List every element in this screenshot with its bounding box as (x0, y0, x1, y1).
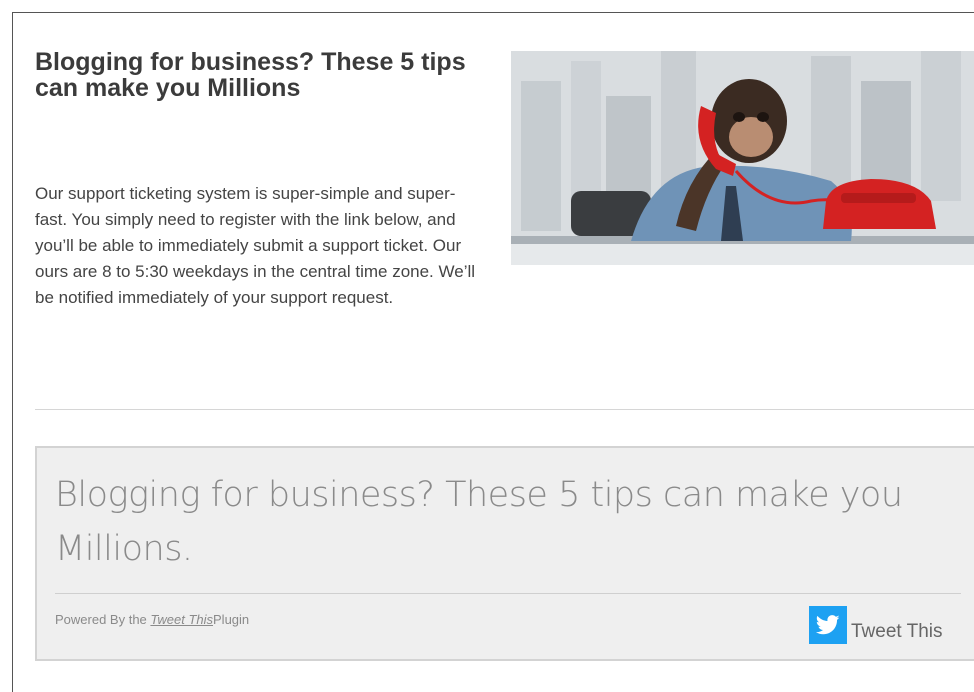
post-body: Our support ticketing system is super-si… (35, 181, 955, 311)
post-title: Blogging for business? These 5 tips can … (35, 48, 466, 102)
twitter-bird-icon[interactable] (809, 606, 847, 644)
tweet-button-label[interactable]: Tweet This (851, 621, 943, 643)
tweet-quote[interactable]: Blogging for business? These 5 tips can … (55, 468, 935, 576)
post-body-text: Our support ticketing system is super-si… (35, 184, 476, 307)
tweet-this-box: Blogging for business? These 5 tips can … (35, 446, 974, 661)
twitter-bird-glyph (816, 615, 840, 635)
tweet-this-button[interactable]: Tweet This (809, 605, 943, 645)
tweet-box-divider (55, 593, 961, 594)
powered-by-text: Powered By the Tweet ThisPlugin (55, 612, 249, 627)
section-divider (35, 409, 974, 410)
image-wrap-spacer (485, 181, 955, 303)
plugin-link[interactable]: Tweet This (150, 612, 213, 627)
powered-suffix: Plugin (213, 612, 250, 627)
page-frame: Blogging for business? These 5 tips can … (12, 12, 974, 692)
powered-prefix: Powered By the (55, 612, 147, 627)
